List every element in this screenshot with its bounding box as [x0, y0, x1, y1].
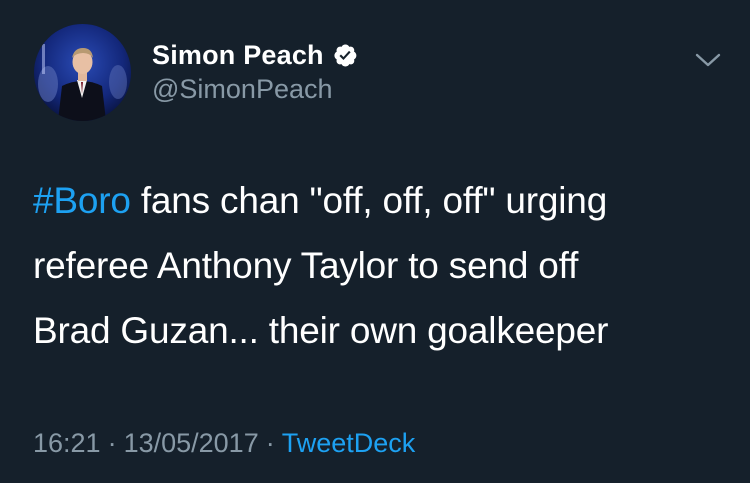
- tweet-time[interactable]: 16:21: [33, 428, 101, 458]
- author-handle[interactable]: @SimonPeach: [152, 74, 333, 105]
- person-portrait-avatar-icon: [34, 24, 131, 121]
- tweet-text-line-2: referee Anthony Taylor to send off: [33, 245, 579, 286]
- tweet-date[interactable]: 13/05/2017: [124, 428, 259, 458]
- meta-separator: ·: [265, 428, 275, 458]
- tweet-source-link[interactable]: TweetDeck: [282, 428, 416, 458]
- meta-separator: ·: [107, 428, 117, 458]
- tweet-text-line-3: Brad Guzan... their own goalkeeper: [33, 310, 609, 351]
- display-name[interactable]: Simon Peach: [152, 40, 324, 71]
- tweet-text-line-1: #Boro fans chan "off, off, off" urging: [33, 168, 723, 233]
- chevron-down-icon[interactable]: [694, 50, 722, 70]
- avatar[interactable]: [34, 24, 131, 121]
- tweet-text: #Boro fans chan "off, off, off" urging r…: [33, 168, 723, 363]
- verified-badge-icon: [332, 42, 358, 68]
- tweet-card: Simon Peach @SimonPeach #Boro fans chan …: [0, 0, 750, 483]
- tweet-meta: 16:21 · 13/05/2017 · TweetDeck: [33, 428, 415, 459]
- author-name-row[interactable]: Simon Peach: [152, 38, 358, 72]
- hashtag-link[interactable]: #Boro: [33, 180, 131, 221]
- tweet-text-line-1-rest: fans chan "off, off, off" urging: [130, 180, 608, 221]
